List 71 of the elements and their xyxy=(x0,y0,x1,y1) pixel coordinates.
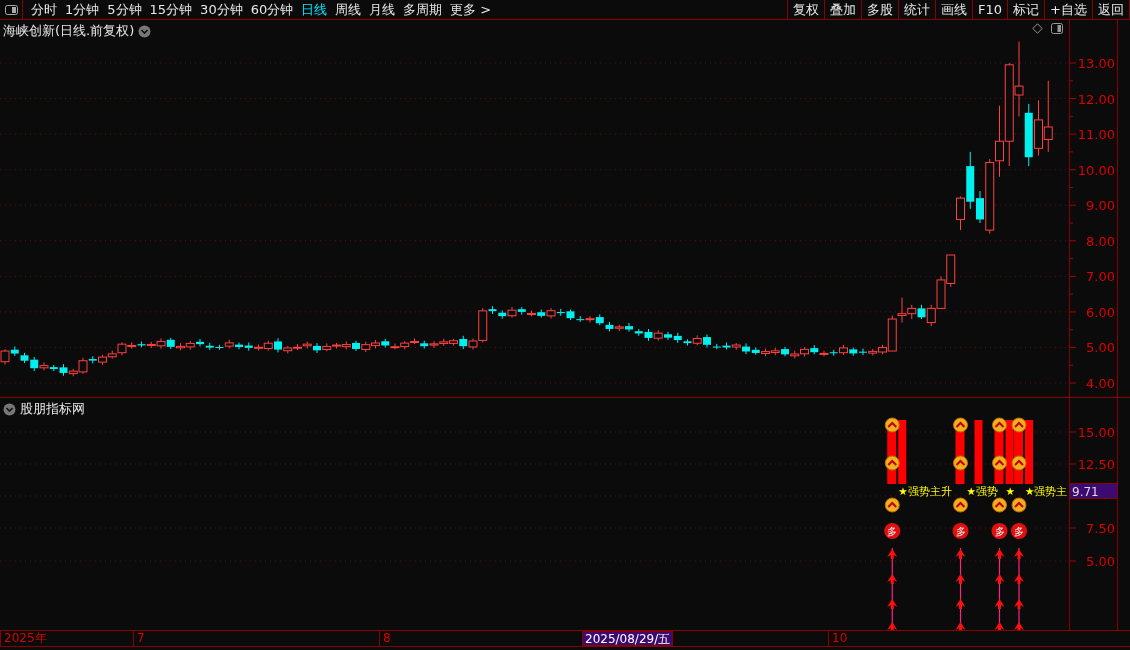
date-label: 2025年 xyxy=(0,631,47,646)
period-tab[interactable]: 1分钟 xyxy=(61,0,104,19)
chevron-down-icon[interactable] xyxy=(3,402,16,416)
signal-label: ★强势主 xyxy=(1025,485,1068,497)
chevron-up-icon xyxy=(1011,497,1027,513)
signal-label: ★ xyxy=(1005,485,1015,497)
price-label: 7.00 xyxy=(1086,269,1115,285)
chevron-up-icon xyxy=(1011,455,1027,471)
period-tab[interactable]: 月线 xyxy=(365,0,400,19)
signal-bar xyxy=(1025,420,1033,484)
period-tab[interactable]: 15分钟 xyxy=(145,0,197,19)
chevron-up-icon xyxy=(884,455,900,471)
price-label: 12.00 xyxy=(1077,91,1115,107)
price-label: 11.00 xyxy=(1077,127,1115,143)
period-tab[interactable]: 60分钟 xyxy=(246,0,298,19)
toolbar-button[interactable]: 叠加 xyxy=(824,0,862,19)
period-tab[interactable]: 日线 xyxy=(297,0,332,19)
toolbar-button[interactable]: +自选 xyxy=(1044,0,1092,19)
toolbar-button[interactable]: F10 xyxy=(972,0,1008,19)
chevron-up-icon xyxy=(884,497,900,513)
signal-bar xyxy=(1005,420,1014,484)
price-label: 9.00 xyxy=(1086,198,1115,214)
diamond-icon[interactable] xyxy=(1032,23,1043,34)
value-label: 15.00 xyxy=(1077,425,1115,440)
signal-bar xyxy=(974,420,983,484)
value-label: 12.50 xyxy=(1077,457,1115,472)
indicator-title: 股朋指标网 xyxy=(20,400,85,418)
price-label: 5.00 xyxy=(1086,340,1115,356)
chevron-down-icon[interactable] xyxy=(138,24,152,38)
chevron-up-icon xyxy=(953,455,968,471)
signal-label: ★强势主升 xyxy=(898,485,952,497)
period-tab[interactable]: 多周期 xyxy=(399,0,447,19)
date-label: 2025/08/29/五 xyxy=(582,631,674,646)
date-label: 10 xyxy=(828,631,848,646)
price-label: 4.00 xyxy=(1086,376,1115,392)
toolbar-button[interactable]: 多股 xyxy=(861,0,899,19)
price-label: 13.00 xyxy=(1077,56,1115,71)
chevron-up-icon xyxy=(992,497,1007,513)
signal-bar xyxy=(898,420,907,484)
badge-label: 多 xyxy=(887,526,898,537)
current-value: 9.71 xyxy=(1070,483,1117,499)
period-tab[interactable]: 30分钟 xyxy=(196,0,247,19)
toolbar-button[interactable]: 返回 xyxy=(1092,0,1130,19)
date-label: 8 xyxy=(379,631,391,646)
value-label: 5.00 xyxy=(1086,554,1115,569)
chart-title: 海峡创新(日线.前复权) xyxy=(3,22,135,40)
badge-label: 多 xyxy=(955,526,966,537)
price-label: 10.00 xyxy=(1077,162,1115,178)
price-label: 8.00 xyxy=(1086,233,1115,249)
chevron-up-icon xyxy=(953,417,968,433)
chevron-up-icon xyxy=(884,417,900,433)
badge-label: 多 xyxy=(994,526,1005,537)
toolbar-button[interactable]: 画线 xyxy=(935,0,973,19)
badge-label: 多 xyxy=(1014,526,1024,537)
toolbar-button[interactable]: 统计 xyxy=(898,0,936,19)
chevron-up-icon xyxy=(992,417,1007,433)
chevron-up-icon xyxy=(953,497,968,513)
price-label: 6.00 xyxy=(1086,304,1115,320)
period-tab[interactable]: 5分钟 xyxy=(103,0,146,19)
toolbar-button[interactable]: 标记 xyxy=(1007,0,1045,19)
signal-label: ★强势 xyxy=(966,485,998,497)
period-tab[interactable]: 更多 > xyxy=(446,0,496,19)
period-tab[interactable]: 周线 xyxy=(331,0,366,19)
panel-toggle-icon[interactable] xyxy=(4,4,18,15)
chevron-up-icon xyxy=(1011,417,1027,433)
panel-toggle-icon[interactable] xyxy=(1051,23,1063,34)
date-label: 7 xyxy=(133,631,145,646)
period-tab[interactable]: 分时 xyxy=(27,0,61,19)
value-label: 7.50 xyxy=(1086,521,1115,536)
chevron-up-icon xyxy=(992,455,1007,471)
toolbar-button[interactable]: 复权 xyxy=(787,0,825,19)
